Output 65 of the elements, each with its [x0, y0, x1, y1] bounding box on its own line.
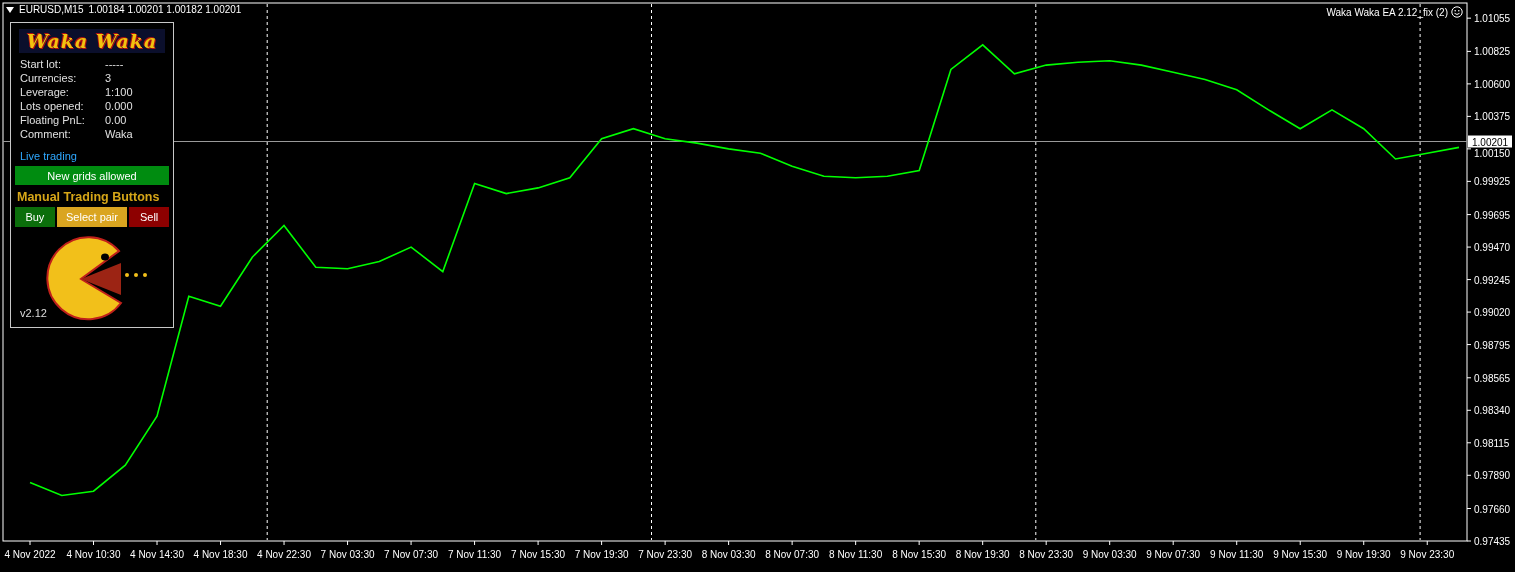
time-axis-label: 9 Nov 19:30 [1336, 549, 1391, 560]
stat-label: Currencies: [20, 71, 78, 86]
logo-title: Waka Waka [19, 29, 165, 54]
price-axis-label: 0.98565 [1474, 372, 1511, 384]
price-axis-label: 0.99245 [1474, 274, 1511, 286]
symbol-label: EURUSD,M15 [19, 4, 84, 15]
stat-value: ----- [105, 57, 125, 72]
ohlc-quote: 1.00184 1.00201 1.00182 1.00201 [88, 4, 242, 15]
ref-line-label: 1.00201 [1472, 136, 1509, 148]
time-axis-label: 7 Nov 03:30 [320, 549, 375, 560]
stat-value: 0.00 [105, 113, 128, 128]
time-axis-label: 4 Nov 14:30 [130, 549, 184, 560]
price-axis-label: 1.00825 [1474, 46, 1511, 58]
price-axis-label: 1.00600 [1474, 78, 1511, 90]
time-axis-label: 8 Nov 19:30 [955, 549, 1010, 560]
time-axis-label: 9 Nov 11:30 [1210, 549, 1264, 560]
dropdown-triangle-icon[interactable] [6, 6, 14, 13]
trading-status: Live trading [20, 150, 78, 163]
price-axis-label: 0.99470 [1474, 242, 1511, 254]
time-axis-label: 4 Nov 18:30 [193, 549, 248, 560]
time-axis-label: 4 Nov 2022 [4, 549, 56, 560]
price-axis-label: 0.98340 [1474, 405, 1511, 417]
stat-label: Start lot: [20, 57, 62, 72]
price-axis-label: 0.99020 [1474, 307, 1511, 319]
trade-button[interactable]: Buy [15, 207, 55, 227]
time-axis-label: 8 Nov 23:30 [1019, 549, 1074, 560]
time-axis-label: 7 Nov 15:30 [511, 549, 566, 560]
section-title: Manual Trading Buttons [17, 190, 161, 204]
price-axis-label: 0.98115 [1474, 437, 1510, 449]
time-axis-label: 7 Nov 11:30 [448, 549, 502, 560]
time-axis-label: 8 Nov 03:30 [701, 549, 756, 560]
smiley-icon [1451, 6, 1463, 18]
trade-button[interactable]: Sell [129, 207, 169, 227]
time-axis-label: 9 Nov 15:30 [1273, 549, 1328, 560]
time-axis-label: 4 Nov 22:30 [257, 549, 311, 560]
time-axis-label: 9 Nov 23:30 [1400, 549, 1455, 560]
time-axis-label: 8 Nov 15:30 [892, 549, 947, 560]
stat-value: 3 [105, 71, 113, 86]
price-axis-label: 0.97890 [1474, 470, 1511, 482]
stat-label: Floating PnL: [20, 113, 86, 128]
time-axis-label: 9 Nov 07:30 [1146, 549, 1201, 560]
price-axis-label: 0.99925 [1474, 176, 1511, 188]
stat-label: Leverage: [20, 85, 70, 100]
grids-button[interactable]: New grids allowed [15, 166, 169, 185]
price-axis-label: 1.00375 [1474, 111, 1511, 123]
stat-label: Lots opened: [20, 99, 85, 114]
price-axis-label: 0.97660 [1474, 503, 1511, 515]
price-axis-label: 1.01055 [1474, 13, 1511, 25]
time-axis-label: 7 Nov 07:30 [384, 549, 439, 560]
stat-label: Comment: [20, 127, 72, 142]
time-axis-label: 9 Nov 03:30 [1082, 549, 1137, 560]
price-axis-label: 0.98795 [1474, 339, 1511, 351]
time-axis-label: 7 Nov 19:30 [574, 549, 629, 560]
price-axis-label: 1.00150 [1474, 147, 1511, 159]
stat-value: 0.000 [105, 99, 134, 114]
price-axis-label: 0.99695 [1474, 209, 1511, 221]
stat-value: 1:100 [105, 85, 134, 100]
time-axis-label: 8 Nov 07:30 [765, 549, 820, 560]
time-axis-label: 7 Nov 23:30 [638, 549, 693, 560]
expert-advisor-label: Waka Waka EA 2.12_fix (2) [1326, 6, 1448, 18]
time-axis-label: 4 Nov 10:30 [66, 549, 121, 560]
version-label: v2.12 [20, 307, 47, 319]
time-axis-label: 8 Nov 11:30 [829, 549, 883, 560]
stat-value: Waka [105, 127, 134, 142]
price-axis-label: 0.97435 [1474, 536, 1511, 547]
